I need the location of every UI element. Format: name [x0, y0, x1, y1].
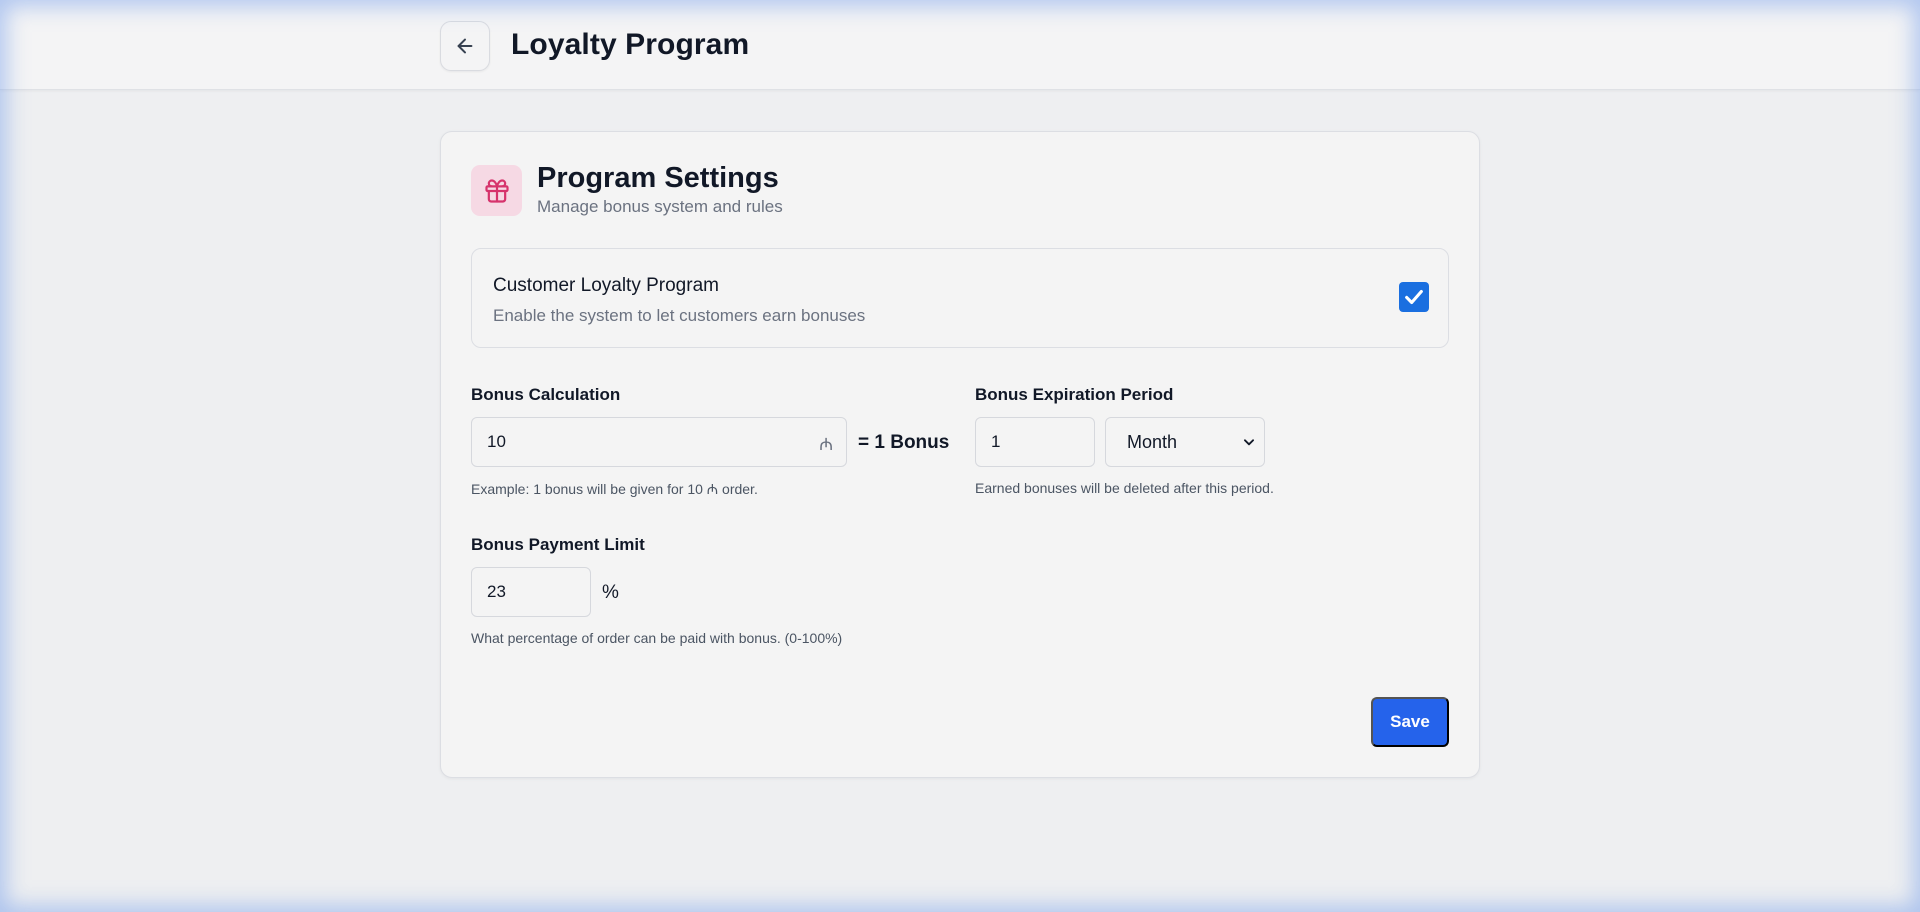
bonus-calculation-label: Bonus Calculation — [471, 385, 621, 404]
expiration-unit-select[interactable]: Month — [1105, 417, 1265, 467]
loyalty-description: Enable the system to let customers earn … — [493, 306, 866, 325]
bonus-calculation-value: 10 — [487, 432, 506, 451]
save-button[interactable]: Save — [1371, 697, 1449, 747]
program-settings-card: Program Settings Manage bonus system and… — [440, 131, 1480, 778]
payment-limit-value: 23 — [487, 582, 506, 601]
page-title: Loyalty Program — [511, 28, 750, 61]
section-subtitle: Manage bonus system and rules — [537, 197, 783, 216]
gift-icon-container — [471, 165, 522, 216]
chevron-down-icon — [1243, 439, 1255, 446]
section-title: Program Settings — [537, 162, 779, 194]
expiration-period-value: 1 — [991, 432, 1001, 451]
payment-limit-label: Bonus Payment Limit — [471, 535, 645, 554]
top-bar: Loyalty Program — [0, 0, 1920, 90]
expiration-unit-value: Month — [1127, 431, 1178, 452]
equals-bonus-text: = 1 Bonus — [858, 432, 950, 453]
payment-limit-input[interactable]: 23 — [471, 567, 591, 617]
expiration-period-input[interactable]: 1 — [975, 417, 1095, 467]
expiration-period-label: Bonus Expiration Period — [975, 385, 1174, 404]
expiration-period-hint: Earned bonuses will be deleted after thi… — [975, 480, 1274, 496]
payment-limit-hint: What percentage of order can be paid wit… — [471, 630, 843, 646]
bonus-calculation-hint: Example: 1 bonus will be given for 10 ₼ … — [471, 481, 758, 497]
currency-symbol: ₼ — [819, 435, 833, 454]
checkmark-icon — [1405, 289, 1423, 305]
loyalty-toggle-panel: Customer Loyalty Program Enable the syst… — [471, 248, 1449, 348]
back-button[interactable] — [440, 21, 490, 71]
loyalty-enabled-checkbox[interactable] — [1399, 282, 1429, 312]
gift-icon — [484, 178, 509, 203]
percent-unit: % — [602, 582, 619, 603]
loyalty-title: Customer Loyalty Program — [493, 275, 719, 296]
bonus-calculation-input[interactable]: 10 ₼ — [471, 417, 847, 467]
arrow-left-icon — [457, 38, 473, 54]
